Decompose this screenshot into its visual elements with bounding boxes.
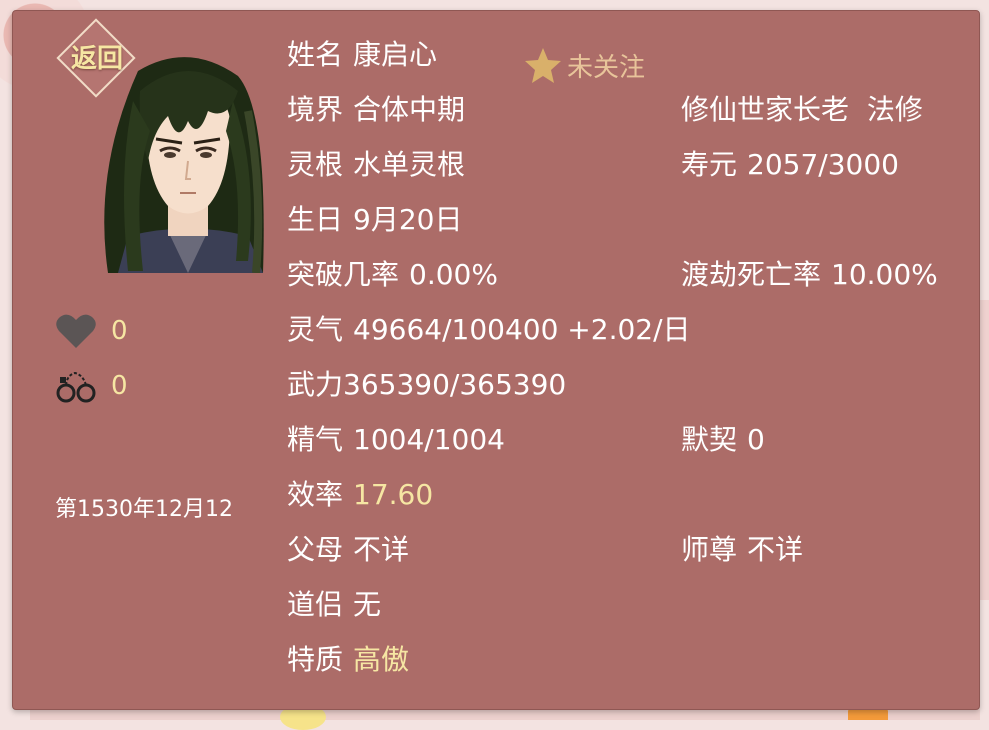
essence-key: 精气	[287, 423, 344, 456]
trait-value[interactable]: 高傲	[353, 643, 409, 676]
efficiency-field: 效率 17.60	[287, 477, 433, 513]
tribulation-death-value: 10.00%	[831, 258, 938, 291]
qi-key: 灵气	[287, 313, 344, 346]
qi-value: 49664/100400 +2.02/日	[353, 313, 691, 346]
master-field: 师尊 不详	[681, 532, 803, 568]
master-key: 师尊	[681, 533, 738, 566]
parents-key: 父母	[287, 533, 344, 566]
trait-field: 特质 高傲	[287, 642, 409, 678]
breakthrough-field: 突破几率 0.00%	[287, 257, 498, 293]
tribulation-death-key: 渡劫死亡率	[681, 258, 822, 291]
school-value: 法修	[866, 93, 923, 126]
favor-stat: 0	[55, 311, 128, 351]
partner-key: 道侣	[287, 588, 344, 621]
back-button-label: 返回	[70, 44, 123, 74]
star-icon	[525, 48, 561, 83]
qi-field: 灵气 49664/100400 +2.02/日	[287, 312, 691, 348]
birthday-key: 生日	[287, 203, 344, 236]
efficiency-key: 效率	[287, 478, 344, 511]
tacit-field: 默契 0	[681, 422, 765, 458]
identity-value: 修仙世家长老	[681, 93, 850, 126]
game-date: 第1530年12月12	[55, 497, 233, 522]
lifespan-value: 2057/3000	[747, 148, 899, 181]
spirit-root-field: 灵根 水单灵根	[287, 147, 465, 183]
birthday-value: 9月20日	[353, 203, 463, 236]
character-info-panel: 返回 0 0 第1530年12月12 姓名 康启心 未关注 境界 合体中期 修仙世家…	[12, 10, 980, 710]
breakthrough-value: 0.00%	[409, 258, 498, 291]
partner-field: 道侣无	[287, 587, 381, 623]
realm-value: 合体中期	[353, 93, 466, 126]
follow-label: 未关注	[567, 52, 646, 83]
spirit-root-key: 灵根	[287, 148, 344, 181]
spirit-root-value: 水单灵根	[353, 148, 466, 181]
tacit-value: 0	[747, 423, 765, 456]
power-value: 武力365390/365390	[287, 368, 567, 401]
tribulation-death-field: 渡劫死亡率 10.00%	[681, 257, 938, 293]
realm-field: 境界 合体中期	[287, 92, 465, 128]
efficiency-value: 17.60	[353, 478, 434, 511]
realm-key: 境界	[287, 93, 344, 126]
tacit-key: 默契	[681, 423, 738, 456]
master-value: 不详	[747, 533, 804, 566]
name-field: 姓名 康启心	[287, 37, 437, 73]
breakthrough-key: 突破几率	[287, 258, 400, 291]
birthday-field: 生日 9月20日	[287, 202, 462, 238]
power-field: 武力365390/365390	[287, 367, 566, 403]
name-value: 康启心	[353, 38, 438, 71]
parents-value: 不详	[353, 533, 410, 566]
favor-value: 0	[111, 316, 128, 346]
identity-field: 修仙世家长老 法修	[681, 92, 923, 128]
trait-key: 特质	[287, 643, 344, 676]
handcuffs-icon	[56, 371, 96, 403]
essence-value: 1004/1004	[353, 423, 505, 456]
lifespan-key: 寿元	[681, 148, 738, 181]
shackle-stat: 0	[55, 366, 128, 406]
back-button[interactable]: 返回	[56, 18, 136, 98]
follow-button[interactable]: 未关注	[523, 45, 645, 85]
parents-field: 父母 不详	[287, 532, 409, 568]
name-key: 姓名	[287, 38, 344, 71]
lifespan-field: 寿元 2057/3000	[681, 147, 899, 183]
essence-field: 精气 1004/1004	[287, 422, 505, 458]
heart-icon	[56, 314, 96, 348]
shackle-value: 0	[111, 371, 128, 401]
partner-value: 无	[353, 588, 382, 621]
